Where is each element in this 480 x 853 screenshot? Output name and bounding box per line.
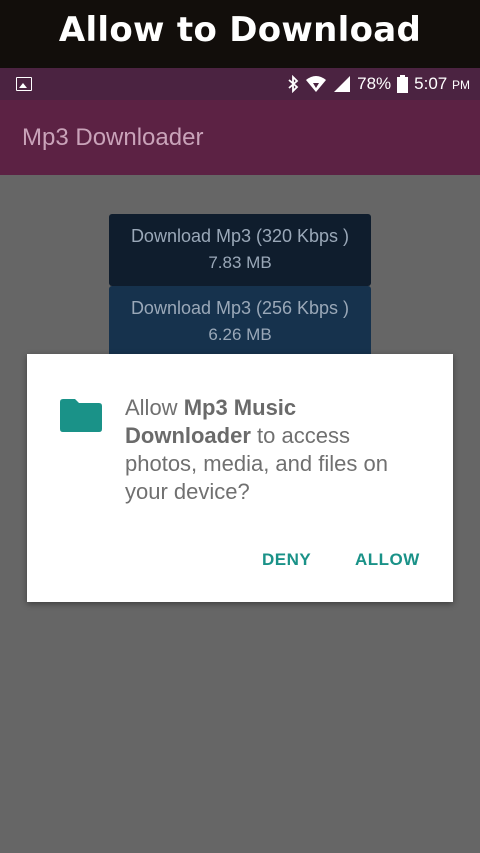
download-320-size: 7.83 MB bbox=[208, 253, 272, 272]
signal-icon bbox=[334, 76, 351, 92]
download-256-label: Download Mp3 (256 Kbps ) bbox=[130, 298, 350, 318]
banner-title: Allow to Download bbox=[58, 10, 422, 50]
battery-percent: 78% bbox=[357, 74, 392, 93]
app-bar: Mp3 Downloader bbox=[0, 100, 480, 175]
dialog-message: Allow Mp3 Music Downloader to access pho… bbox=[125, 394, 425, 506]
image-notification-icon bbox=[16, 77, 32, 91]
download-320-button[interactable]: Download Mp3 (320 Kbps ) 7.83 MB bbox=[109, 214, 371, 286]
allow-button[interactable]: ALLOW bbox=[355, 550, 420, 570]
status-bar: 78% 5:07 PM bbox=[0, 68, 480, 100]
clock: 5:07 PM bbox=[414, 74, 470, 94]
bluetooth-icon bbox=[288, 75, 299, 93]
battery-icon bbox=[397, 75, 409, 93]
permission-dialog: Allow Mp3 Music Downloader to access pho… bbox=[27, 354, 453, 602]
app-title: Mp3 Downloader bbox=[22, 124, 204, 151]
wifi-icon bbox=[306, 76, 327, 92]
banner: Allow to Download bbox=[0, 0, 480, 68]
clock-ampm: PM bbox=[452, 78, 470, 92]
download-320-label: Download Mp3 (320 Kbps ) bbox=[130, 226, 350, 246]
status-icons: 78% 5:07 PM bbox=[287, 72, 470, 96]
clock-time: 5:07 bbox=[414, 74, 448, 93]
folder-icon bbox=[60, 399, 102, 432]
dialog-message-prefix: Allow bbox=[125, 395, 184, 420]
download-256-button[interactable]: Download Mp3 (256 Kbps ) 6.26 MB bbox=[109, 286, 371, 358]
download-256-size: 6.26 MB bbox=[208, 325, 272, 344]
deny-button[interactable]: DENY bbox=[262, 550, 311, 570]
